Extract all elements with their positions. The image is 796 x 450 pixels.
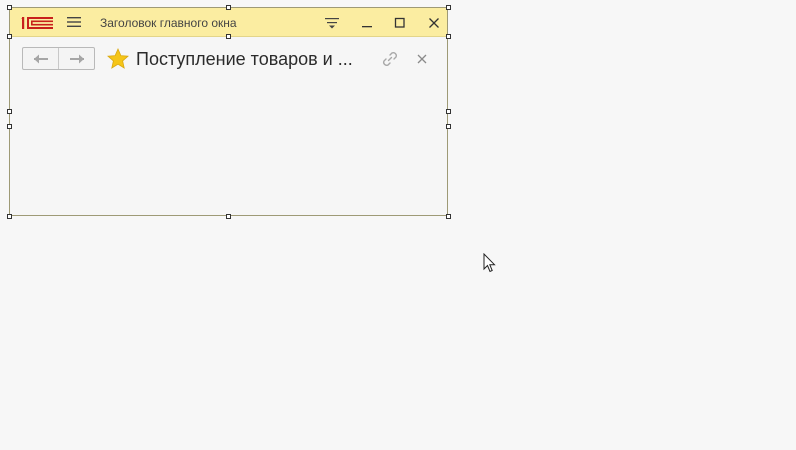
- close-icon: [429, 18, 439, 28]
- resize-handle-center-upper[interactable]: [226, 34, 231, 39]
- resize-handle-left-middle[interactable]: [7, 109, 12, 114]
- back-arrow-icon: [33, 54, 48, 63]
- resize-handle-bottom-left[interactable]: [7, 214, 12, 219]
- window-titlebar[interactable]: Заголовок главного окна: [10, 8, 447, 37]
- forward-arrow-icon: [69, 54, 84, 63]
- resize-handle-top-center[interactable]: [226, 5, 231, 10]
- maximize-icon: [394, 17, 405, 28]
- form-close-icon[interactable]: [415, 52, 429, 66]
- resize-handle-top-right[interactable]: [446, 5, 451, 10]
- 1c-logo-icon: [21, 17, 53, 29]
- window-title: Заголовок главного окна: [100, 16, 237, 30]
- link-icon[interactable]: [381, 50, 399, 68]
- resize-handle-left-upper[interactable]: [7, 34, 12, 39]
- filter-button[interactable]: [322, 13, 342, 33]
- form-title: Поступление товаров и ...: [136, 49, 353, 69]
- maximize-button[interactable]: [390, 13, 410, 33]
- menu-icon[interactable]: [66, 15, 82, 29]
- resize-handle-bottom-center[interactable]: [226, 214, 231, 219]
- filter-icon: [325, 18, 339, 29]
- resize-handle-right-lower[interactable]: [446, 124, 451, 129]
- resize-handle-left-lower[interactable]: [7, 124, 12, 129]
- resize-handle-right-upper[interactable]: [446, 34, 451, 39]
- mouse-pointer-icon: [483, 253, 496, 273]
- desktop-canvas: Заголовок главного окна Поступление това…: [0, 0, 796, 450]
- star-icon[interactable]: [107, 48, 129, 69]
- resize-handle-right-middle[interactable]: [446, 109, 451, 114]
- minimize-icon: [362, 26, 372, 28]
- resize-handle-top-left[interactable]: [7, 5, 12, 10]
- back-button[interactable]: [23, 48, 58, 69]
- minimize-button[interactable]: [357, 13, 377, 33]
- forward-button[interactable]: [58, 48, 94, 69]
- resize-handle-bottom-right[interactable]: [446, 214, 451, 219]
- window-close-button[interactable]: [424, 13, 444, 33]
- navigation-buttons: [22, 47, 95, 70]
